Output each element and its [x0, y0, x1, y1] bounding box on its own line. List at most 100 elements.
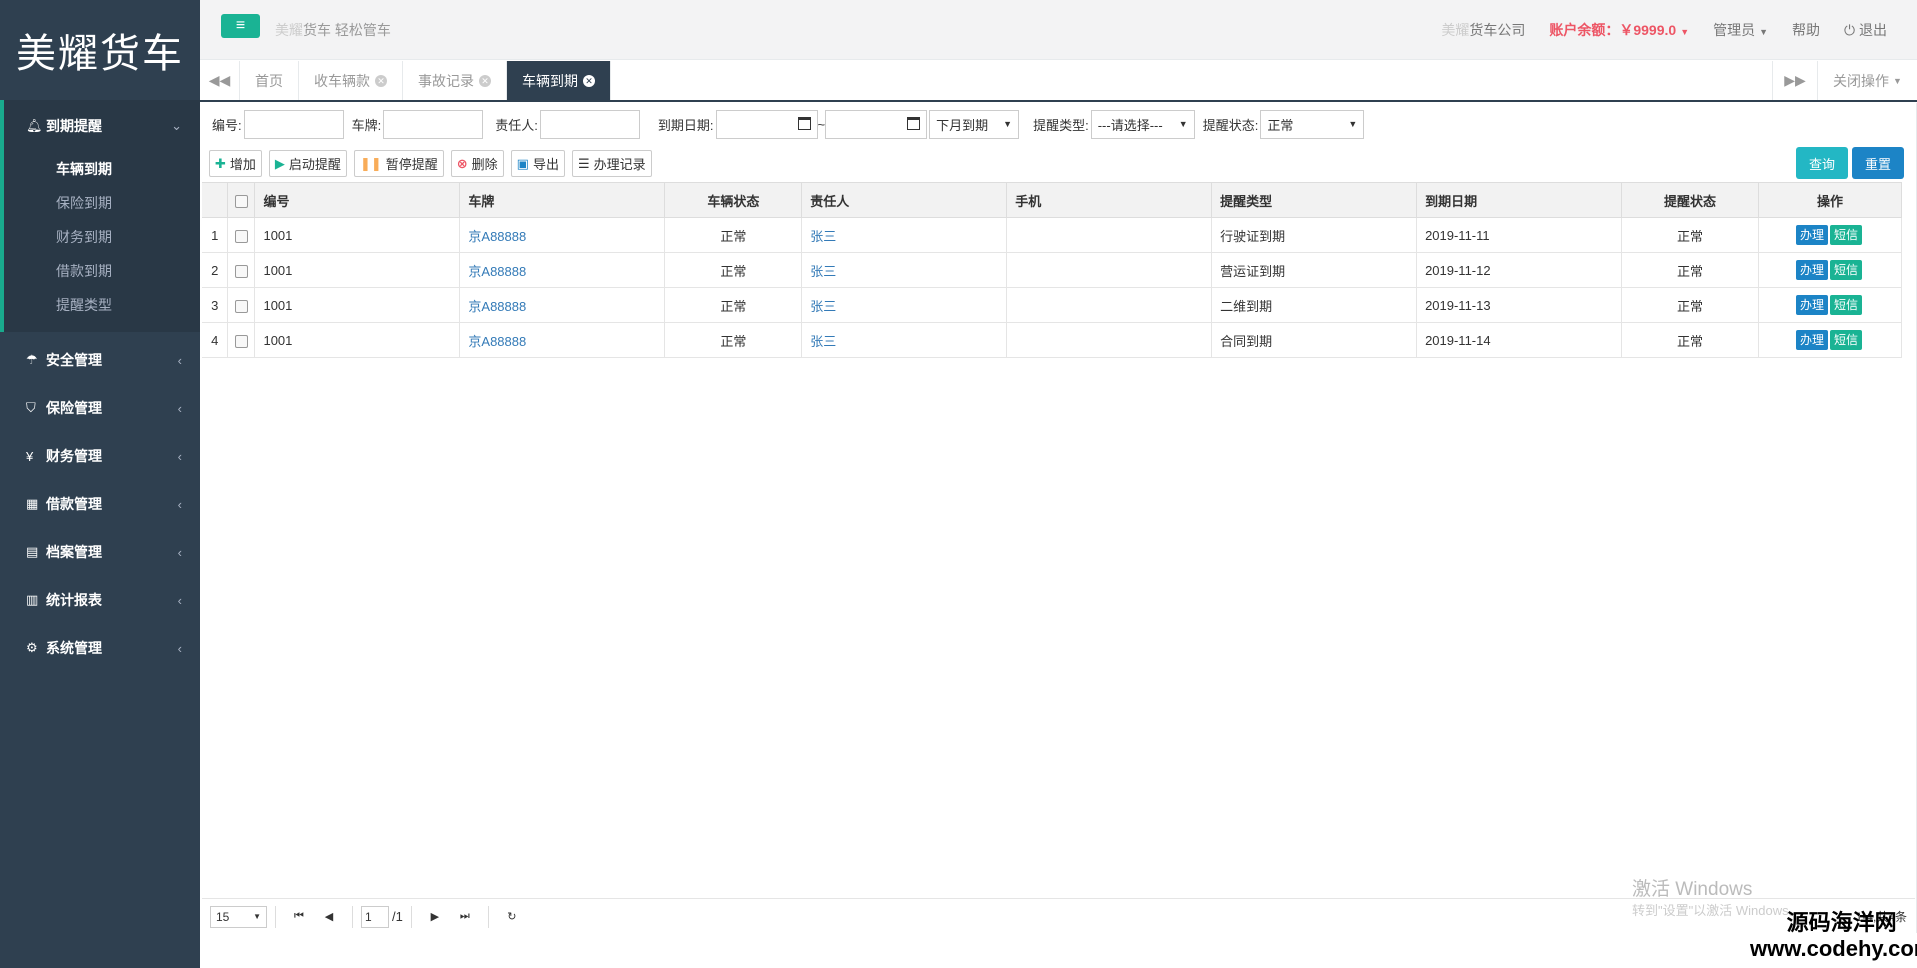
pause-reminder-button[interactable]: ❚❚ 暂停提醒: [353, 150, 444, 177]
site-watermark: 源码海洋网 www.codehy.com: [1750, 910, 1917, 962]
delete-button[interactable]: ⊗ 删除: [450, 150, 504, 177]
page-number-input[interactable]: 1: [361, 905, 389, 928]
pager-separator: [352, 905, 353, 928]
person-input[interactable]: [539, 109, 640, 139]
sidebar-item-reminder-type[interactable]: 提醒类型: [4, 288, 200, 322]
person-link[interactable]: 张三: [810, 334, 836, 349]
date-start-input[interactable]: [715, 109, 818, 139]
handle-button[interactable]: 办理: [1795, 260, 1828, 280]
menu-toggle-button[interactable]: ≡: [221, 14, 260, 38]
code-input[interactable]: [243, 109, 344, 139]
query-button[interactable]: 查询: [1795, 147, 1848, 179]
cell-person: 张三: [801, 322, 1008, 358]
close-operations-dropdown[interactable]: 关闭操作 ▼: [1817, 61, 1917, 100]
menu-safety[interactable]: ☂ 安全管理 ‹: [0, 336, 200, 384]
table-row: 4 1001 京A88888 正常 张三 合同到期 2019-11-14 正常 …: [202, 322, 1903, 358]
plate-link[interactable]: 京A88888: [468, 334, 526, 349]
close-icon[interactable]: ✕: [375, 74, 387, 87]
plate-link[interactable]: 京A88888: [468, 264, 526, 279]
date-end-input[interactable]: [825, 109, 928, 139]
chevron-left-icon: ‹: [177, 448, 182, 464]
sidebar-item-finance-expiry[interactable]: 财务到期: [4, 220, 200, 254]
records-button[interactable]: ☰ 办理记录: [571, 150, 652, 177]
plate-input[interactable]: [383, 109, 484, 139]
sidebar-item-loan-expiry[interactable]: 借款到期: [4, 254, 200, 288]
person-link[interactable]: 张三: [810, 299, 836, 314]
app-logo: 美耀货车: [16, 31, 184, 77]
handle-button[interactable]: 办理: [1795, 225, 1828, 245]
row-checkbox[interactable]: [234, 264, 248, 278]
power-icon: ⏻: [1844, 22, 1859, 38]
logout-link[interactable]: ⏻ 退出: [1844, 20, 1887, 40]
sidebar-item-vehicle-expiry[interactable]: 车辆到期: [4, 152, 200, 186]
menu-insurance[interactable]: ⛉ 保险管理 ‹: [0, 384, 200, 432]
refresh-icon[interactable]: ↻: [501, 906, 523, 928]
row-index: 1: [202, 217, 229, 253]
sms-button[interactable]: 短信: [1829, 330, 1862, 350]
excel-icon: ▣: [516, 155, 529, 171]
plate-link[interactable]: 京A88888: [468, 229, 526, 244]
tab-accident[interactable]: 事故记录 ✕: [403, 61, 507, 100]
tab-scroll-right-button[interactable]: ▶▶: [1772, 61, 1817, 100]
next-page-icon[interactable]: ▶: [424, 906, 446, 928]
close-icon[interactable]: ✕: [583, 74, 595, 87]
menu-loan[interactable]: ▦ 借款管理 ‹: [0, 480, 200, 528]
slogan-text: 货车 轻松管车: [303, 22, 391, 38]
row-index: 4: [202, 322, 229, 358]
reset-button[interactable]: 重置: [1851, 147, 1904, 179]
menu-finance[interactable]: ¥ 财务管理 ‹: [0, 432, 200, 480]
sms-button[interactable]: 短信: [1829, 225, 1862, 245]
prev-page-icon[interactable]: ◀: [318, 906, 340, 928]
plate-link[interactable]: 京A88888: [468, 299, 526, 314]
tab-vehicle-expiry[interactable]: 车辆到期 ✕: [507, 61, 611, 100]
menu-system[interactable]: ⚙ 系统管理 ‹: [0, 624, 200, 672]
menu-expiry[interactable]: 🔔︎ 到期提醒 ⌄: [4, 100, 200, 152]
page-size-select[interactable]: 15 ▼: [210, 905, 267, 928]
tab-home[interactable]: 首页: [240, 61, 299, 100]
menu-reports[interactable]: ▥ 统计报表 ‹: [0, 576, 200, 624]
sidebar-item-insurance-expiry[interactable]: 保险到期: [4, 186, 200, 220]
help-link[interactable]: 帮助: [1792, 20, 1820, 40]
gear-icon: ⚙: [26, 640, 38, 655]
handle-button[interactable]: 办理: [1795, 295, 1828, 315]
add-button[interactable]: ✚ 增加: [209, 150, 262, 177]
export-button[interactable]: ▣ 导出: [510, 150, 565, 177]
person-label: 责任人:: [495, 117, 538, 133]
menu-group-expiry: 🔔︎ 到期提醒 ⌄ 车辆到期 保险到期 财务到期 借款到期 提醒类型: [0, 100, 200, 332]
table-row: 1 1001 京A88888 正常 张三 行驶证到期 2019-11-11 正常…: [202, 217, 1903, 253]
status-select[interactable]: 正常 ▼: [1260, 109, 1365, 139]
cell-person: 张三: [801, 252, 1008, 288]
data-table: 编号 车牌 车辆状态 责任人 手机 提醒类型 到期日期 提醒状态 操作 1 10…: [202, 182, 1903, 358]
tab-payment[interactable]: 收车辆款 ✕: [299, 61, 403, 100]
last-page-icon[interactable]: ⏭: [454, 906, 476, 928]
month-select[interactable]: 下月到期 ▼: [929, 109, 1020, 139]
select-all-checkbox[interactable]: [234, 194, 248, 208]
type-select[interactable]: ---请选择--- ▼: [1090, 109, 1195, 139]
row-checkbox[interactable]: [234, 229, 248, 243]
row-checkbox[interactable]: [234, 334, 248, 348]
pager-separator: [410, 905, 412, 928]
admin-dropdown[interactable]: 管理员 ▼: [1713, 20, 1768, 40]
sms-button[interactable]: 短信: [1829, 295, 1862, 315]
date-label: 到期日期:: [657, 117, 714, 133]
person-link[interactable]: 张三: [810, 229, 836, 244]
person-link[interactable]: 张三: [810, 264, 836, 279]
admin-label: 管理员: [1713, 22, 1756, 38]
balance-dropdown[interactable]: 账户余额：￥9999.0 ▼: [1549, 20, 1689, 40]
first-page-icon[interactable]: ⏮: [288, 906, 310, 928]
menu-archive[interactable]: ▤ 档案管理 ‹: [0, 528, 200, 576]
handle-button[interactable]: 办理: [1795, 330, 1828, 350]
cell-plate: 京A88888: [459, 217, 666, 253]
start-reminder-button[interactable]: ▶ 启动提醒: [268, 150, 347, 177]
caret-down-icon: ▼: [1759, 27, 1769, 37]
col-plate: 车牌: [459, 182, 666, 218]
balance-text: 账户余额：￥9999.0: [1549, 22, 1677, 38]
cell-reminder-status: 正常: [1621, 287, 1759, 323]
close-icon[interactable]: ✕: [479, 74, 491, 87]
row-checkbox[interactable]: [234, 299, 248, 313]
type-label: 提醒类型:: [1033, 117, 1089, 133]
tab-scroll-left-button[interactable]: ◀◀: [200, 61, 240, 100]
sms-button[interactable]: 短信: [1829, 260, 1862, 280]
play-icon: ▶: [274, 155, 285, 171]
col-reminder-type: 提醒类型: [1211, 182, 1418, 218]
